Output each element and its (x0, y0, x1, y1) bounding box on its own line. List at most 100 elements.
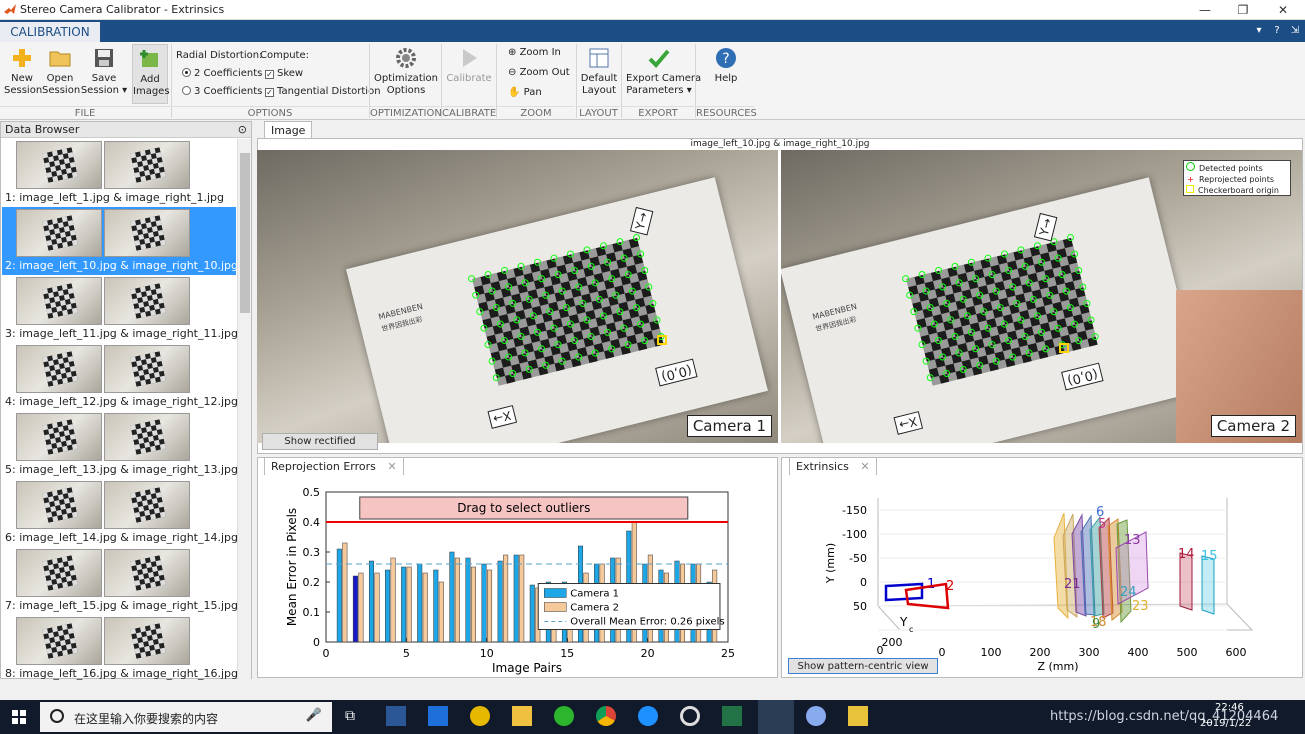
word-app-icon[interactable] (386, 706, 406, 726)
show-pattern-centric-button[interactable]: Show pattern-centric view (788, 658, 938, 674)
store-app-icon[interactable] (428, 706, 448, 726)
detected-point (938, 352, 947, 362)
layout-group-label: LAYOUT (577, 106, 620, 119)
notes-icon[interactable] (848, 706, 868, 726)
camera1-image[interactable]: MABENBEN 世界因我出彩 (0,0) Y→ X→ Camera 1 (257, 150, 778, 443)
skew-checkbox[interactable]: ✓ Skew (265, 68, 303, 79)
extrinsics-3d-plot[interactable]: -150-100-50050Y (mm)0 100 200 300 400 500 600Z… (782, 458, 1302, 677)
windows-start-icon[interactable] (12, 710, 26, 724)
add-images-button[interactable]: Add Images (132, 44, 170, 104)
microphone-icon[interactable]: 🎤 (306, 708, 322, 723)
reprojection-chart[interactable]: Drag to select outliers 0 0.1 0.2 0.3 0.4 0.5 0… (258, 458, 777, 677)
task-view-icon[interactable]: ⧉ (345, 708, 355, 724)
list-item-label: 2: image_left_10.jpg & image_right_10.jp… (5, 259, 238, 272)
list-item[interactable]: 7: image_left_15.jpg & image_right_15.jp… (2, 547, 238, 615)
detected-point (1000, 249, 1009, 259)
detected-point (1078, 282, 1088, 292)
obs-icon[interactable] (680, 706, 700, 726)
detected-point (566, 319, 575, 329)
app-icon[interactable] (470, 706, 490, 726)
pan-button[interactable]: ✋ Pan (508, 87, 542, 98)
list-item[interactable]: 3: image_left_11.jpg & image_right_11.jp… (2, 275, 238, 343)
detected-point (975, 290, 984, 300)
tab-image[interactable]: Image (264, 121, 313, 139)
detected-point (582, 315, 592, 325)
zoom-in-button[interactable]: ⊕ Zoom In (508, 47, 561, 58)
help-shortcut-icon[interactable]: ? (1270, 24, 1284, 38)
camera1-label: 1 (927, 577, 935, 592)
list-item[interactable]: 2: image_left_10.jpg & image_right_10.jp… (2, 207, 238, 275)
open-session-button[interactable]: Open Session (42, 44, 80, 97)
camera2-image[interactable]: MABENBEN 世界因我出彩 (0,0) Y→ X→ Detected poi… (781, 150, 1302, 443)
optimization-options-button[interactable]: Optimization Options (374, 44, 438, 97)
list-item[interactable]: 8: image_left_16.jpg & image_right_16.jp… (2, 615, 238, 683)
y-tick-label: 0 (313, 636, 320, 649)
thumbnail-right (104, 617, 190, 665)
detected-point (1004, 266, 1013, 275)
default-layout-button[interactable]: Default Layout (580, 44, 618, 97)
taskbar: 在这里输入你要搜索的内容 🎤 ⧉ https://blog.csdn.net/q… (0, 700, 1305, 734)
undock-icon[interactable]: ⇲ (1288, 24, 1302, 38)
export-camera-parameters-button[interactable]: Export Camera Parameters ▾ (626, 44, 701, 97)
close-button[interactable]: ✕ (1263, 0, 1303, 20)
tab-reprojection-errors[interactable]: Reprojection Errors ✕ (264, 457, 404, 475)
extrinsics-tab-label: Extrinsics (796, 460, 849, 473)
list-item[interactable]: 6: image_left_14.jpg & image_right_14.jp… (2, 479, 238, 547)
excel-app-icon[interactable] (722, 706, 742, 726)
bar-camera1 (465, 557, 471, 643)
detected-point (524, 365, 534, 374)
detected-point (1008, 282, 1017, 292)
close-tab-icon[interactable]: ✕ (387, 460, 396, 473)
gear-icon (396, 48, 416, 68)
bar-camera1 (481, 563, 487, 643)
wechat-icon[interactable] (554, 706, 574, 726)
help-button[interactable]: ? Help (706, 44, 746, 85)
list-item[interactable]: 5: image_left_13.jpg & image_right_13.jp… (2, 411, 238, 479)
matlab-taskbar-icon[interactable] (758, 700, 794, 734)
minimize-button[interactable]: — (1185, 0, 1225, 20)
detected-point (1016, 245, 1026, 255)
checkerboard-label: 23 (1132, 599, 1149, 614)
matlab-logo-icon (4, 4, 16, 14)
detected-point (942, 369, 951, 378)
restore-button[interactable]: ❐ (1223, 0, 1263, 20)
panel-menu-icon[interactable]: ⊙ (238, 122, 247, 138)
browser-scrollbar[interactable] (237, 139, 251, 679)
tangential-distortion-checkbox[interactable]: ✓ Tangential Distortion (265, 86, 381, 97)
paint-icon[interactable] (806, 706, 826, 726)
tab-extrinsics[interactable]: Extrinsics ✕ (789, 457, 877, 475)
chrome-icon[interactable] (596, 706, 616, 726)
new-session-button[interactable]: New Session (4, 44, 42, 97)
legend-overall-mean: Overall Mean Error: 0.26 pixels (570, 617, 724, 628)
file-explorer-icon[interactable] (512, 706, 532, 726)
taskbar-search-box[interactable]: 在这里输入你要搜索的内容 🎤 (40, 702, 332, 732)
detected-point (491, 373, 501, 382)
pan-hand-icon: ✋ (508, 87, 524, 98)
detected-point (946, 315, 956, 325)
x-tick-label: 0 (877, 644, 884, 657)
checkerboard-panel: MABENBEN 世界因我出彩 (781, 177, 1202, 443)
close-tab-icon[interactable]: ✕ (860, 460, 869, 473)
detected-point (603, 328, 612, 337)
thumbnail-right (104, 481, 190, 529)
minimize-ribbon-icon[interactable]: ▾ (1252, 24, 1266, 38)
camera2-label: 2 (946, 579, 954, 594)
tab-calibration[interactable]: CALIBRATION (0, 22, 100, 42)
detected-point (533, 328, 542, 337)
checkerboard-label: 24 (1120, 585, 1137, 600)
bar-camera2 (358, 572, 364, 643)
calibrate-button[interactable]: Calibrate (446, 44, 492, 85)
radial-3-coefficients-option[interactable]: 3 Coefficients (182, 86, 262, 97)
radial-2-coefficients-option[interactable]: 2 Coefficients (182, 68, 262, 79)
scrollbar-thumb[interactable] (240, 153, 250, 313)
thumbnail-left (16, 277, 102, 325)
detected-point (930, 319, 939, 329)
show-rectified-button[interactable]: Show rectified (262, 433, 378, 450)
save-session-button[interactable]: Save Session ▾ (80, 44, 128, 97)
zoom-out-button[interactable]: ⊖ Zoom Out (508, 67, 570, 78)
x-axis-label: Image Pairs (492, 661, 562, 675)
list-item[interactable]: 1: image_left_1.jpg & image_right_1.jpg (2, 139, 236, 207)
list-item[interactable]: 4: image_left_12.jpg & image_right_12.jp… (2, 343, 238, 411)
detected-point (1033, 241, 1042, 250)
edge-icon[interactable] (638, 706, 658, 726)
